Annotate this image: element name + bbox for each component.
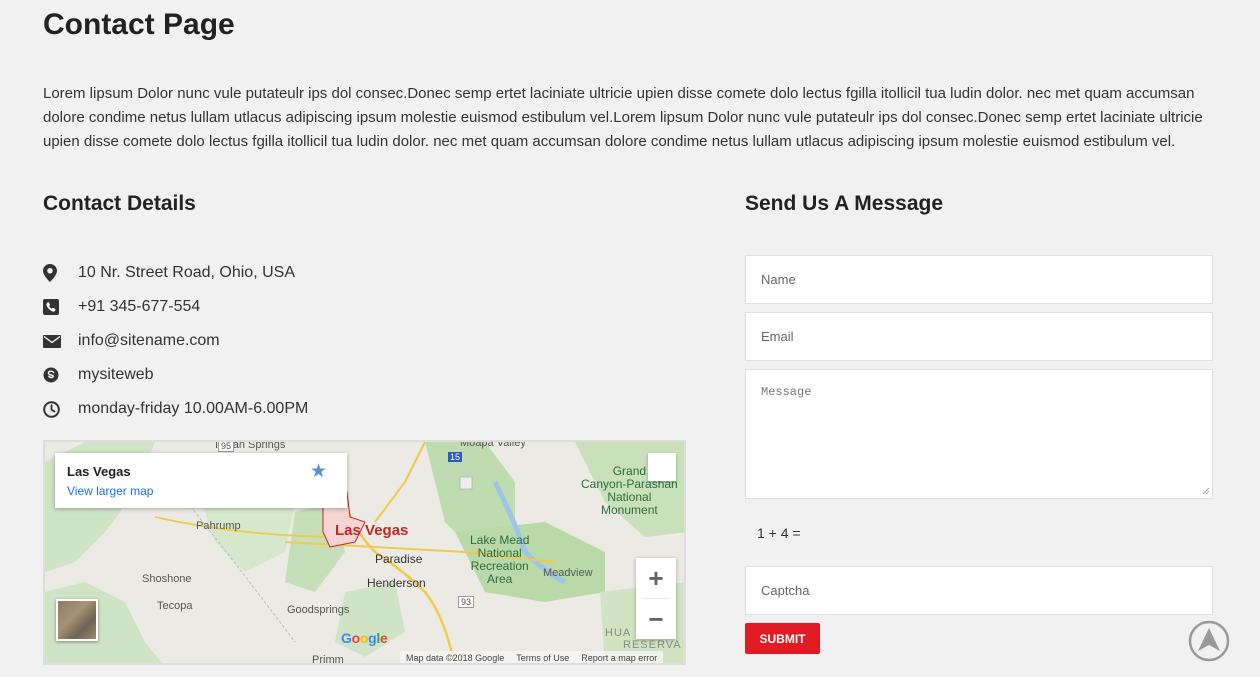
save-star-icon[interactable]: ★ xyxy=(310,460,327,483)
map-label-moapa-valley: Moapa Valley xyxy=(460,440,526,449)
phone-text: +91 345-677-554 xyxy=(78,298,201,315)
zoom-out-button[interactable]: − xyxy=(636,599,676,639)
skype-icon xyxy=(43,365,78,385)
name-input[interactable] xyxy=(745,255,1213,304)
google-logo: Google xyxy=(341,630,388,646)
map-attribution-bar: Map data ©2018 Google Terms of Use Repor… xyxy=(400,651,664,663)
view-larger-map-link[interactable]: View larger map xyxy=(67,484,153,498)
hours-text: monday-friday 10.00AM-6.00PM xyxy=(78,400,309,417)
map-label-pahrump: Pahrump xyxy=(196,520,241,532)
captcha-input[interactable] xyxy=(745,566,1213,615)
map-label-primm: Primm xyxy=(312,654,344,665)
address-item: 10 Nr. Street Road, Ohio, USA xyxy=(43,256,308,290)
scroll-to-top-icon[interactable] xyxy=(1188,620,1230,662)
map-place-name: Las Vegas xyxy=(67,464,131,479)
map-label-henderson: Henderson xyxy=(367,576,426,590)
address-text: 10 Nr. Street Road, Ohio, USA xyxy=(78,264,295,281)
envelope-icon xyxy=(43,331,78,351)
submit-button[interactable]: SUBMIT xyxy=(745,623,820,654)
intro-paragraph: Lorem lipsum Dolor nunc vule putateulr i… xyxy=(43,85,1203,150)
page-title: Contact Page xyxy=(43,8,235,41)
resize-grip-icon[interactable] xyxy=(1200,485,1210,495)
map-info-card: Las Vegas View larger map ★ xyxy=(55,453,347,508)
embedded-map[interactable]: Indian Springs Moapa Valley Las Vegas Pa… xyxy=(43,440,686,665)
contact-details-list: 10 Nr. Street Road, Ohio, USA +91 345-67… xyxy=(43,256,308,426)
report-map-error-link[interactable]: Report a map error xyxy=(581,653,657,663)
map-marker-icon xyxy=(43,263,78,283)
fullscreen-button[interactable] xyxy=(648,453,676,481)
map-route-95-shield: 95 xyxy=(218,442,235,452)
terms-of-use-link[interactable]: Terms of Use xyxy=(516,653,569,663)
map-label-lake-mead: Lake Mead National Recreation Area xyxy=(470,533,530,586)
satellite-toggle-button[interactable] xyxy=(56,599,98,641)
hours-item: monday-friday 10.00AM-6.00PM xyxy=(43,392,308,426)
captcha-question: 1 + 4 = xyxy=(757,525,801,541)
email-item: info@sitename.com xyxy=(43,324,308,358)
email-input[interactable] xyxy=(745,312,1213,361)
zoom-in-button[interactable]: + xyxy=(636,558,676,598)
map-label-meadview: Meadview xyxy=(543,567,593,579)
phone-icon xyxy=(43,297,78,317)
skype-text: mysiteweb xyxy=(78,366,154,383)
message-textarea[interactable] xyxy=(745,369,1213,499)
zoom-control: + − xyxy=(636,558,676,639)
map-label-reserva: RESERVA xyxy=(623,639,682,651)
map-label-las-vegas: Las Vegas xyxy=(335,522,409,539)
map-data-text: Map data ©2018 Google xyxy=(406,653,505,663)
send-message-title: Send Us A Message xyxy=(745,192,944,215)
map-label-hualapai: HUA xyxy=(605,627,632,639)
map-label-tecopa: Tecopa xyxy=(157,600,193,612)
skype-item: mysiteweb xyxy=(43,358,308,392)
email-text: info@sitename.com xyxy=(78,332,220,349)
map-route-93-shield: 93 xyxy=(458,596,475,608)
map-label-paradise: Paradise xyxy=(375,552,423,566)
map-route-15-shield: 15 xyxy=(448,452,463,462)
map-label-goodsprings: Goodsprings xyxy=(287,604,350,616)
phone-item: +91 345-677-554 xyxy=(43,290,308,324)
map-label-shoshone: Shoshone xyxy=(142,573,192,585)
contact-details-title: Contact Details xyxy=(43,192,196,215)
clock-icon xyxy=(43,399,78,419)
